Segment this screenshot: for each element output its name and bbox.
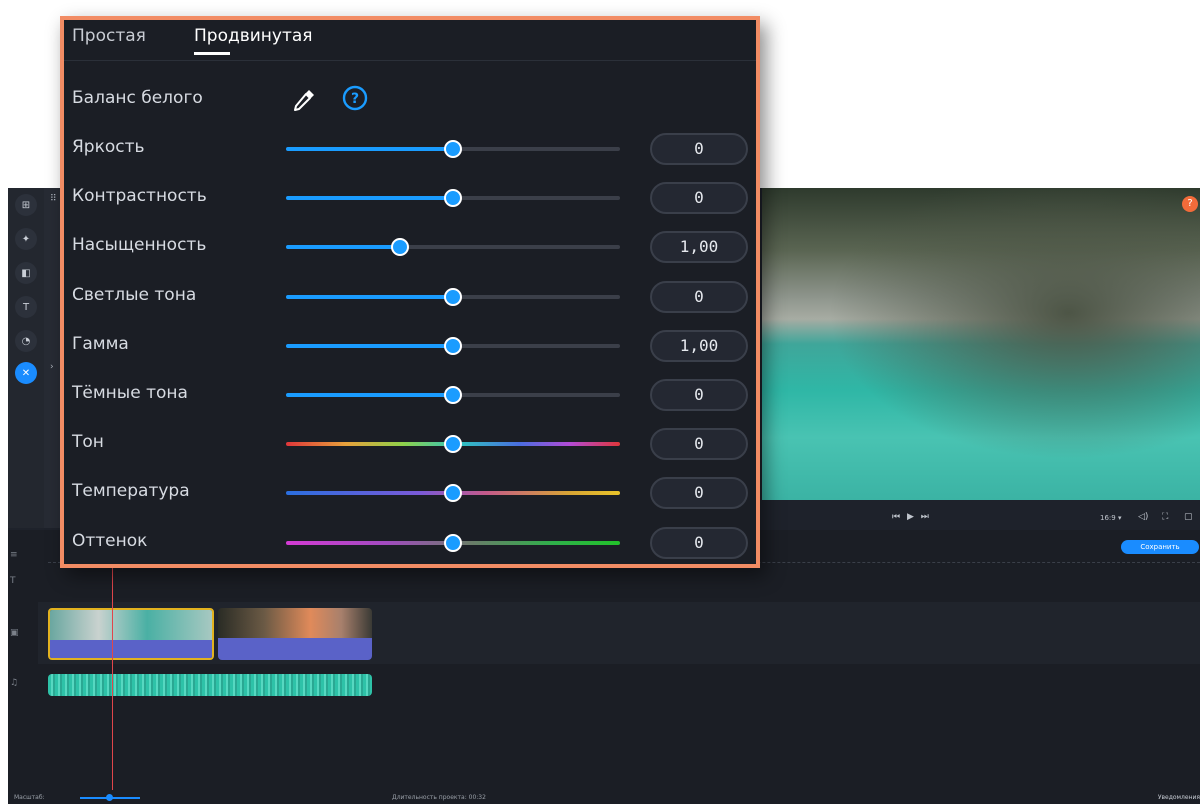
zoom-slider-handle[interactable] (106, 794, 113, 801)
title-track-icon: T (10, 576, 16, 586)
import-icon[interactable]: ⊞ (15, 194, 37, 216)
slider-value-field[interactable]: 0 (650, 428, 748, 460)
slider-handle[interactable] (444, 337, 462, 355)
slider-label: Контрастность (72, 186, 207, 206)
video-track-icon: ▣ (10, 628, 19, 638)
slider-handle[interactable] (444, 484, 462, 502)
notifications-link[interactable]: Уведомления (1158, 794, 1200, 801)
eyedropper-icon[interactable] (290, 86, 318, 114)
playback-controls[interactable]: ⏮ ▶ ⏭ (892, 512, 931, 522)
slider-track[interactable] (286, 245, 620, 249)
stickers-icon[interactable]: ◔ (15, 330, 37, 352)
slider-handle[interactable] (444, 534, 462, 552)
fullscreen-icon[interactable]: ▢ (1184, 512, 1193, 522)
playhead[interactable] (112, 558, 113, 790)
video-clip[interactable] (48, 608, 214, 660)
zoom-label: Масштаб: (14, 794, 45, 801)
slider-value-field[interactable]: 0 (650, 527, 748, 559)
slider-label: Тёмные тона (72, 383, 188, 403)
color-adjustments-panel: Простая Продвинутая Баланс белого ? Ярко… (60, 16, 760, 568)
status-bar: Масштаб: Длительность проекта: 00:32 Уве… (8, 792, 1200, 804)
mode-tabs: Простая Продвинутая (64, 20, 756, 60)
slider-value-field[interactable]: 0 (650, 182, 748, 214)
audio-track-icon: ♫ (10, 678, 19, 688)
active-tab-indicator (194, 52, 230, 55)
tab-advanced[interactable]: Продвинутая (194, 26, 313, 46)
slider-row: Светлые тона 0 (64, 280, 756, 314)
slider-row: Яркость 0 (64, 132, 756, 166)
save-button[interactable]: Сохранить (1121, 540, 1199, 554)
slider-row: Тон 0 (64, 427, 756, 461)
tabs-divider (64, 60, 756, 61)
slider-row: Температура 0 (64, 476, 756, 510)
slider-row: Оттенок 0 (64, 526, 756, 560)
slider-value-field[interactable]: 1,00 (650, 231, 748, 263)
slider-label: Температура (72, 481, 190, 501)
slider-label: Гамма (72, 334, 129, 354)
slider-label: Тон (72, 432, 104, 452)
white-balance-row: Баланс белого ? (64, 84, 756, 116)
slider-handle[interactable] (444, 189, 462, 207)
magic-wand-icon[interactable]: ✦ (15, 228, 37, 250)
slider-row: Контрастность 0 (64, 181, 756, 215)
slider-label: Насыщенность (72, 235, 207, 255)
slider-label: Светлые тона (72, 285, 197, 305)
slider-handle[interactable] (444, 288, 462, 306)
slider-value-field[interactable]: 0 (650, 379, 748, 411)
help-icon[interactable]: ? (342, 85, 368, 111)
slider-handle[interactable] (444, 140, 462, 158)
titles-icon[interactable]: T (15, 296, 37, 318)
expand-arrow-icon[interactable]: › (50, 362, 54, 372)
slider-label: Яркость (72, 137, 145, 157)
slider-label: Оттенок (72, 531, 148, 551)
transitions-icon[interactable]: ◧ (15, 262, 37, 284)
slider-row: Гамма 1,00 (64, 329, 756, 363)
svg-text:?: ? (351, 91, 359, 107)
video-clip[interactable] (218, 608, 372, 660)
video-preview: ? (762, 188, 1200, 500)
preview-help-icon[interactable]: ? (1182, 196, 1198, 212)
project-duration: Длительность проекта: 00:32 (392, 794, 486, 801)
slider-value-field[interactable]: 1,00 (650, 330, 748, 362)
slider-value-field[interactable]: 0 (650, 281, 748, 313)
player-controls-bar: ⏮ ▶ ⏭ 16:9 ▾ ◁) ⛶ ▢ (762, 508, 1200, 530)
slider-handle[interactable] (444, 386, 462, 404)
timeline: ≡ T ▣ ♫ (8, 530, 1200, 792)
slider-row: Тёмные тона 0 (64, 378, 756, 412)
slider-handle[interactable] (390, 238, 409, 256)
more-tools-icon[interactable]: ✕ (15, 362, 37, 384)
add-track-icon[interactable]: ≡ (10, 550, 18, 560)
left-toolbar: ⊞ ✦ ◧ T ◔ ✕ (8, 188, 44, 528)
white-balance-label: Баланс белого (72, 88, 203, 108)
tab-simple[interactable]: Простая (72, 26, 146, 46)
volume-icon[interactable]: ◁) (1138, 512, 1148, 522)
slider-value-field[interactable]: 0 (650, 477, 748, 509)
slider-value-field[interactable]: 0 (650, 133, 748, 165)
fit-icon[interactable]: ⛶ (1162, 512, 1168, 522)
slider-handle[interactable] (444, 435, 462, 453)
slider-row: Насыщенность 1,00 (64, 230, 756, 264)
audio-clip[interactable] (48, 674, 372, 696)
aspect-ratio-select[interactable]: 16:9 ▾ (1100, 514, 1121, 522)
grid-icon[interactable]: ⠿ (50, 194, 57, 204)
